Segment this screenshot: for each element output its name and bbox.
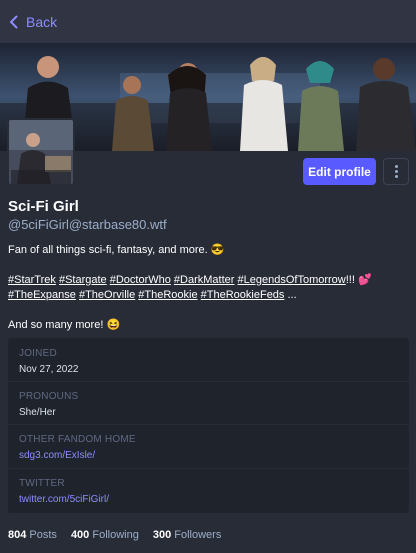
- ellipsis-text: ...: [287, 289, 297, 301]
- field-link[interactable]: twitter.com/5ciFiGirl/: [19, 494, 409, 505]
- edit-profile-button[interactable]: Edit profile: [303, 158, 376, 185]
- profile-bio: Fan of all things sci-fi, fantasy, and m…: [8, 243, 408, 348]
- field-label: PRONOUNS: [19, 391, 79, 402]
- avatar[interactable]: [7, 118, 75, 186]
- hashtag-link[interactable]: #Stargate: [59, 274, 107, 286]
- followers-stat[interactable]: 300 Followers: [153, 529, 222, 541]
- vertical-ellipsis-icon: [394, 165, 398, 178]
- account-handle: @5ciFiGirl@starbase80.wtf: [8, 217, 167, 232]
- back-button[interactable]: Back: [8, 14, 57, 30]
- field-twitter: TWITTER twitter.com/5ciFiGirl/: [8, 468, 409, 505]
- bio-hashtags: #StarTrek #Stargate #DoctorWho #DarkMatt…: [8, 273, 408, 303]
- profile-fields: JOINED Nov 27, 2022 PRONOUNS She/Her OTH…: [8, 338, 409, 513]
- hashtag-link[interactable]: #TheRookie: [138, 289, 197, 301]
- bio-text: Fan of all things sci-fi, fantasy, and m…: [8, 244, 208, 256]
- display-name: Sci-Fi Girl: [8, 198, 79, 215]
- posts-label: Posts: [29, 529, 57, 541]
- hashtag-link[interactable]: #DoctorWho: [110, 274, 171, 286]
- hashtag-link[interactable]: #TheRookieFeds: [201, 289, 285, 301]
- field-value: She/Her: [19, 407, 56, 418]
- field-other-fandom-home: OTHER FANDOM HOME sdg3.com/ExIsle/: [8, 424, 409, 461]
- following-stat[interactable]: 400 Following: [71, 529, 139, 541]
- following-count: 400: [70, 529, 90, 541]
- profile-stats: 804 Posts 400 Following 300 Followers: [8, 529, 221, 541]
- bio-line: And so many more! 😆: [8, 318, 408, 333]
- field-pronouns: PRONOUNS She/Her: [8, 381, 409, 418]
- hashtag-link[interactable]: #LegendsOfTomorrow: [238, 274, 346, 286]
- bio-line: Fan of all things sci-fi, fantasy, and m…: [8, 243, 408, 258]
- sunglasses-emoji-icon: 😎: [210, 244, 225, 256]
- posts-stat[interactable]: 804 Posts: [8, 529, 57, 541]
- followers-count: 300: [152, 529, 172, 541]
- chevron-left-icon: [8, 15, 20, 29]
- followers-label: Followers: [174, 529, 222, 541]
- back-label: Back: [26, 13, 58, 30]
- hashtag-link[interactable]: #DarkMatter: [174, 274, 235, 286]
- top-bar: Back: [0, 0, 416, 43]
- field-label: JOINED: [19, 348, 57, 359]
- hashtag-link[interactable]: #StarTrek: [8, 274, 56, 286]
- hashtag-link[interactable]: #TheOrville: [79, 289, 135, 301]
- field-label: OTHER FANDOM HOME: [19, 434, 136, 445]
- following-label: Following: [92, 529, 139, 541]
- exclamations: !!!: [345, 274, 355, 286]
- field-link[interactable]: sdg3.com/ExIsle/: [19, 450, 409, 461]
- hashtag-link[interactable]: #TheExpanse: [8, 289, 76, 301]
- posts-count: 804: [8, 529, 27, 541]
- field-value: Nov 27, 2022: [19, 364, 79, 375]
- grinning-emoji-icon: 😆: [106, 319, 121, 331]
- field-joined: JOINED Nov 27, 2022: [8, 348, 409, 375]
- more-options-button[interactable]: [383, 158, 409, 185]
- hearts-emoji-icon: 💕: [357, 274, 372, 286]
- field-label: TWITTER: [19, 478, 65, 489]
- bio-text: And so many more!: [8, 319, 104, 331]
